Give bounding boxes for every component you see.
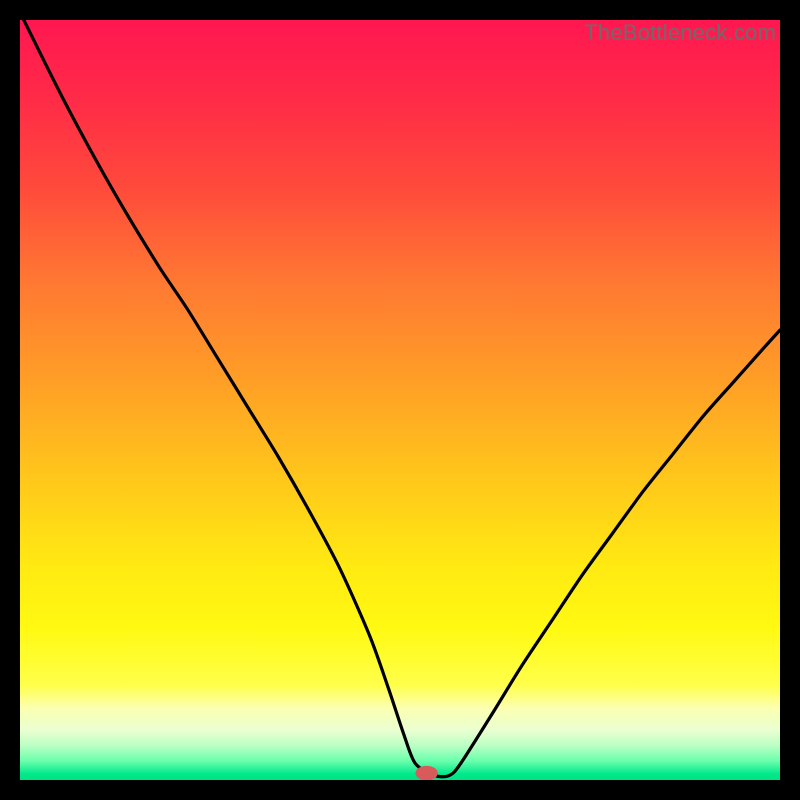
chart-background (20, 20, 780, 780)
chart-frame: TheBottleneck.com (20, 20, 780, 780)
bottleneck-chart (20, 20, 780, 780)
watermark-text: TheBottleneck.com (584, 20, 776, 46)
minimum-marker (416, 766, 437, 780)
